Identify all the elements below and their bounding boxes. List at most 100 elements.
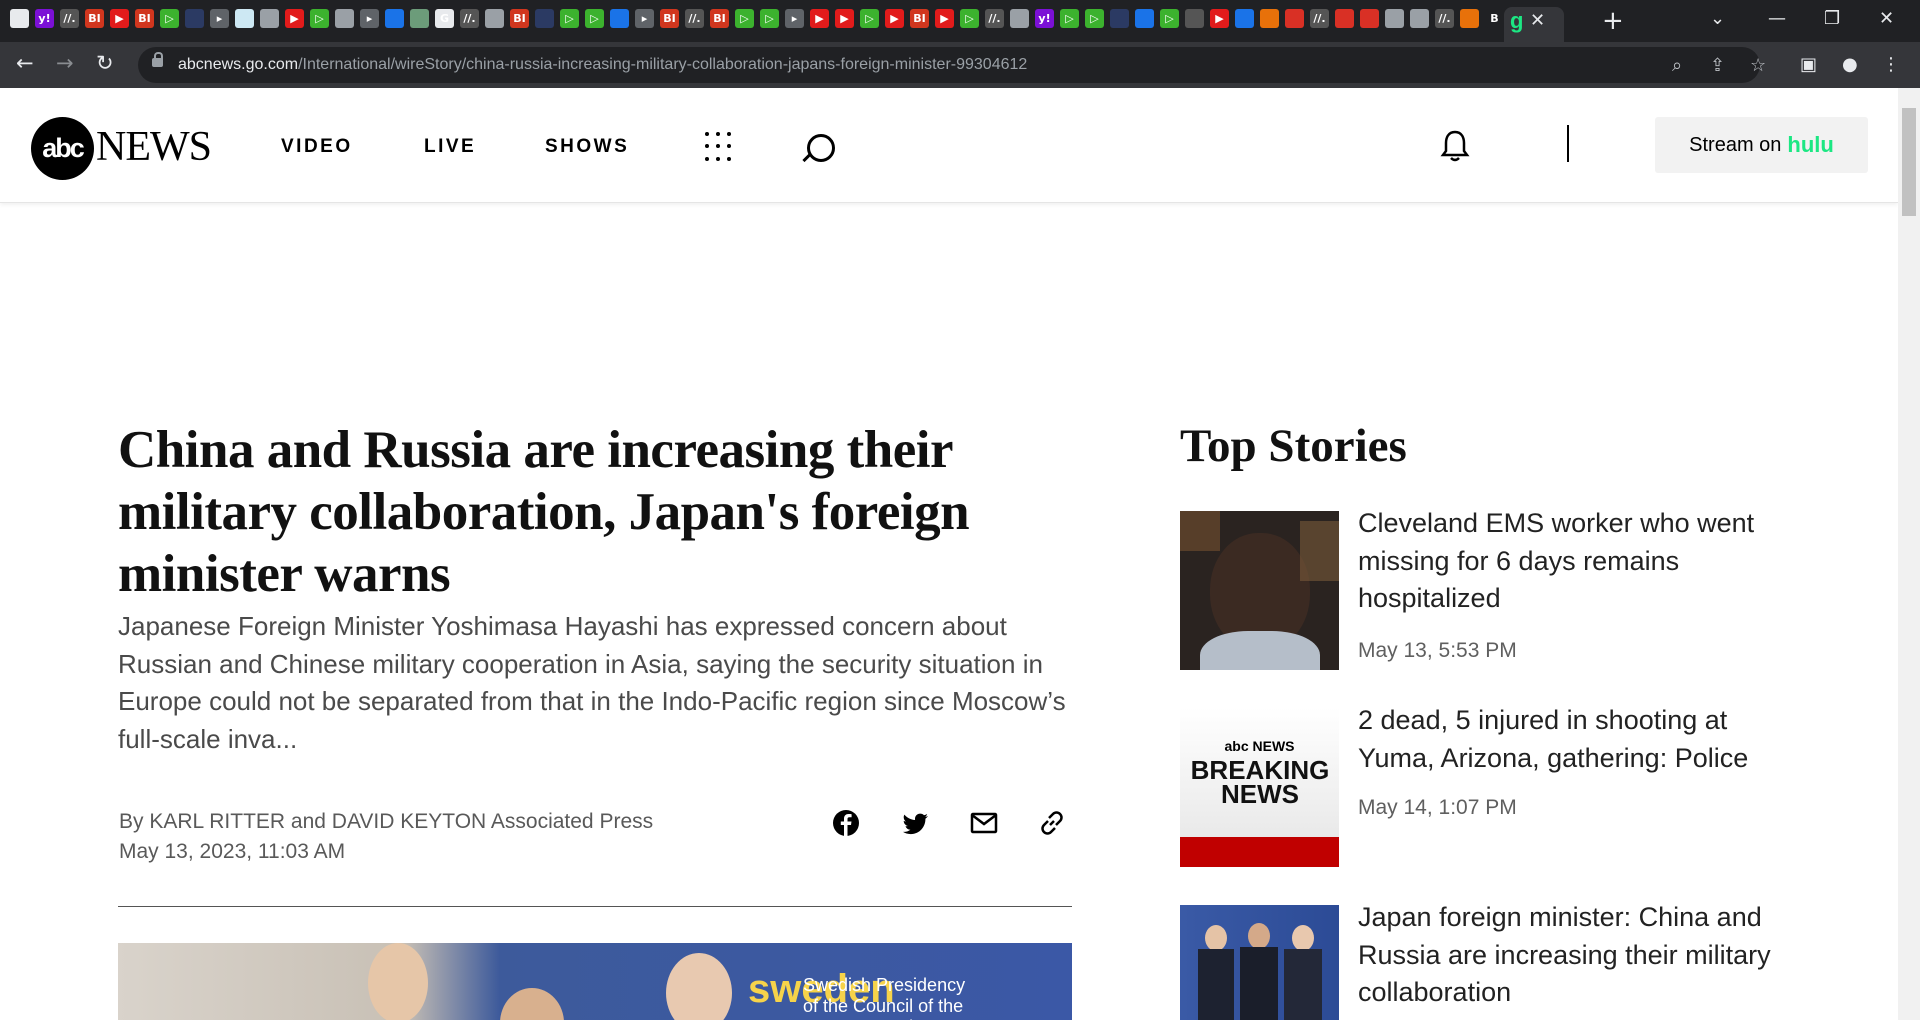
story-title[interactable]: Cleveland EMS worker who went missing fo… [1358,505,1798,618]
tab-favicon-icon[interactable]: //. [985,9,1004,28]
page-scrollbar[interactable] [1898,88,1920,1020]
story-item[interactable]: Japan foreign minister: China and Russia… [1180,902,1800,1020]
tab-favicon-icon[interactable]: //. [1435,9,1454,28]
stream-on-hulu-button[interactable]: Stream on hulu [1655,117,1868,173]
tab-favicon-icon[interactable]: ▶ [810,9,829,28]
tab-search-icon[interactable]: ⌄ [1710,8,1725,29]
nav-shows[interactable]: SHOWS [545,136,629,158]
tab-favicon-icon[interactable]: ▷ [760,9,779,28]
tab-favicon-icon[interactable]: ▸ [210,9,229,28]
story-item[interactable]: Cleveland EMS worker who went missing fo… [1180,508,1800,670]
tab-favicon-icon[interactable]: ▶ [935,9,954,28]
tab-favicon-icon[interactable]: ▶ [110,9,129,28]
tab-favicon-icon[interactable] [610,9,629,28]
tab-favicon-icon[interactable] [260,9,279,28]
story-title[interactable]: 2 dead, 5 injured in shooting at Yuma, A… [1358,702,1798,777]
share-icon[interactable]: ⇪ [1710,55,1725,76]
twitter-share-icon[interactable] [898,805,934,841]
tab-favicon-icon[interactable]: ▷ [860,9,879,28]
tab-favicon-icon[interactable]: BI [660,9,679,28]
tab-favicon-icon[interactable] [410,9,429,28]
tab-favicon-icon[interactable] [1185,9,1204,28]
tab-favicon-icon[interactable]: ▸ [785,9,804,28]
tab-favicon-icon[interactable] [1260,9,1279,28]
scrollbar-thumb[interactable] [1902,108,1916,216]
tab-favicon-icon[interactable]: BI [910,9,929,28]
new-tab-button[interactable]: + [1602,6,1624,36]
tab-favicon-icon[interactable] [1110,9,1129,28]
tab-favicon-icon[interactable]: ▶ [885,9,904,28]
tab-favicon-icon[interactable] [1360,9,1379,28]
tab-favicon-icon[interactable] [1135,9,1154,28]
tab-favicon-icon[interactable] [235,9,254,28]
tab-favicon-icon[interactable] [485,9,504,28]
minimize-icon[interactable]: — [1768,8,1786,29]
tab-favicon-icon[interactable]: B [1485,9,1504,28]
tab-favicon-icon[interactable] [1285,9,1304,28]
tab-favicon-icon[interactable] [10,9,29,28]
story-thumbnail[interactable] [1180,905,1339,1020]
tab-favicon-icon[interactable]: ▷ [1060,9,1079,28]
tab-favicon-icon[interactable]: ▷ [1160,9,1179,28]
tab-favicon-icon[interactable]: //. [1310,9,1329,28]
news-wordmark[interactable]: NEWS [96,123,212,171]
copy-link-icon[interactable] [1034,805,1070,841]
tab-favicon-icon[interactable]: ▷ [310,9,329,28]
tab-favicon-icon[interactable]: ▶ [835,9,854,28]
tab-favicon-icon[interactable] [185,9,204,28]
profile-icon[interactable]: ● [1842,54,1858,75]
abc-logo[interactable]: abc [31,117,94,180]
back-icon[interactable]: ← [16,51,34,75]
tab-favicon-icon[interactable] [1460,9,1479,28]
tab-favicon-icon[interactable]: G [435,9,454,28]
grid-menu-icon[interactable] [705,132,735,162]
forward-icon[interactable]: → [56,51,74,75]
email-share-icon[interactable] [966,805,1002,841]
facebook-share-icon[interactable] [828,805,864,841]
nav-video[interactable]: VIDEO [281,136,353,158]
tab-favicon-icon[interactable] [1010,9,1029,28]
tab-favicon-icon[interactable]: BI [510,9,529,28]
story-title[interactable]: Japan foreign minister: China and Russia… [1358,899,1798,1012]
bookmark-star-icon[interactable]: ☆ [1750,55,1766,76]
tab-favicon-icon[interactable]: ▷ [1085,9,1104,28]
side-panel-icon[interactable]: ▣ [1800,54,1817,75]
tab-favicon-icon[interactable]: BI [710,9,729,28]
tab-close-icon[interactable]: ✕ [1530,10,1545,31]
tab-favicon-icon[interactable] [335,9,354,28]
search-icon[interactable] [807,134,835,162]
tab-favicon-icon[interactable]: ▶ [285,9,304,28]
tab-favicon-icon[interactable] [385,9,404,28]
tab-favicon-icon[interactable]: ▷ [585,9,604,28]
nav-live[interactable]: LIVE [424,136,476,158]
tab-favicon-icon[interactable] [1385,9,1404,28]
tab-favicon-icon[interactable]: ▷ [560,9,579,28]
url-text[interactable]: abcnews.go.com/International/wireStory/c… [178,56,1027,74]
address-bar[interactable]: abcnews.go.com/International/wireStory/c… [138,47,1766,83]
tab-favicon-icon[interactable] [535,9,554,28]
tab-favicon-icon[interactable]: ▷ [735,9,754,28]
close-window-icon[interactable]: ✕ [1879,8,1894,29]
tab-favicon-icon[interactable]: ▸ [635,9,654,28]
lock-icon[interactable] [152,52,163,67]
story-thumbnail[interactable] [1180,511,1339,670]
tab-favicon-icon[interactable] [1335,9,1354,28]
tab-favicon-icon[interactable]: y! [1035,9,1054,28]
tab-favicon-icon[interactable]: //. [460,9,479,28]
restore-icon[interactable]: ❐ [1824,8,1840,29]
bell-icon[interactable] [1440,129,1470,163]
tab-favicon-icon[interactable] [1235,9,1254,28]
tab-favicon-icon[interactable]: BI [85,9,104,28]
tab-favicon-icon[interactable]: ▷ [160,9,179,28]
tab-favicon-icon[interactable] [1410,9,1429,28]
zoom-icon[interactable]: ⌕ [1672,55,1682,76]
tab-favicon-icon[interactable]: ▷ [960,9,979,28]
tab-favicon-icon[interactable]: BI [135,9,154,28]
tab-favicon-icon[interactable]: //. [685,9,704,28]
reload-icon[interactable]: ↻ [96,51,114,75]
menu-icon[interactable]: ⋮ [1882,54,1900,75]
tab-favicon-icon[interactable]: y! [35,9,54,28]
story-item[interactable]: abc NEWS BREAKING NEWS 2 dead, 5 injured… [1180,705,1800,867]
story-thumbnail[interactable]: abc NEWS BREAKING NEWS [1180,708,1339,867]
tab-favicon-icon[interactable]: ▸ [360,9,379,28]
